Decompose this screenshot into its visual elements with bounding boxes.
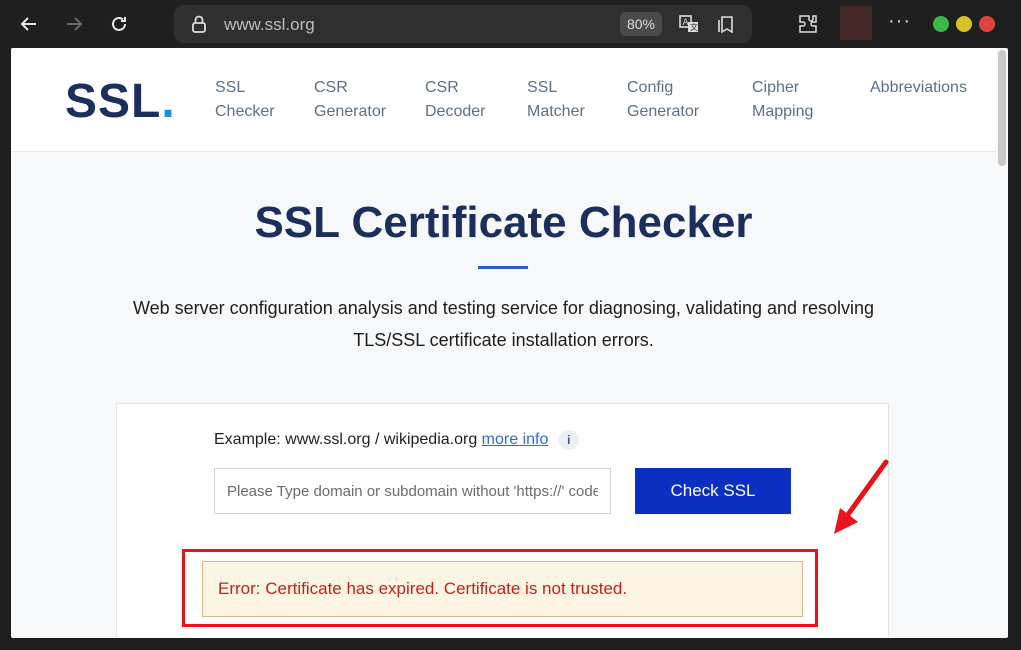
site-logo[interactable]: SSL. xyxy=(65,74,176,129)
nav-label: Cipher xyxy=(752,79,800,96)
example-line: Example: www.ssl.org / wikipedia.org mor… xyxy=(214,430,579,450)
nav-abbreviations[interactable]: Abbreviations xyxy=(870,76,967,100)
minimize-button[interactable] xyxy=(933,16,949,32)
nav-label: Matcher xyxy=(527,103,585,120)
nav-label: SSL xyxy=(215,79,246,96)
info-icon[interactable]: i xyxy=(558,430,579,450)
nav-ssl-matcher[interactable]: SSL Matcher xyxy=(527,76,585,124)
logo-text: SSL xyxy=(65,75,162,128)
nav-label: Generator xyxy=(627,103,700,120)
nav-label: Generator xyxy=(314,103,387,120)
error-message: Error: Certificate has expired. Certific… xyxy=(218,579,628,598)
nav-csr-generator[interactable]: CSR Generator xyxy=(314,76,386,124)
extensions-icon[interactable] xyxy=(796,12,820,36)
zoom-badge[interactable]: 80% xyxy=(620,12,662,36)
lock-icon[interactable] xyxy=(190,14,208,34)
close-button[interactable] xyxy=(979,16,995,32)
nav-label: Checker xyxy=(215,103,275,120)
error-alert: Error: Certificate has expired. Certific… xyxy=(202,561,803,617)
page-description: Web server configuration analysis and te… xyxy=(132,298,875,350)
nav-csr-decoder[interactable]: CSR Decoder xyxy=(425,76,485,124)
address-bar[interactable]: www.ssl.org 80% A 文 xyxy=(174,5,752,43)
more-info-link[interactable]: more info xyxy=(482,431,549,448)
nav-label: SSL xyxy=(527,79,558,96)
maximize-button[interactable] xyxy=(956,16,972,32)
browser-toolbar: www.ssl.org 80% A 文 ··· xyxy=(0,0,1021,48)
check-ssl-button[interactable]: Check SSL xyxy=(635,468,791,514)
nav-label: Abbreviations xyxy=(870,79,967,96)
forward-arrow-icon[interactable] xyxy=(60,10,88,38)
nav-label: CSR xyxy=(314,79,348,96)
nav-label: Config xyxy=(627,79,674,96)
nav-config-generator[interactable]: Config Generator xyxy=(627,76,699,124)
nav-label: CSR xyxy=(425,79,459,96)
more-icon[interactable]: ··· xyxy=(888,10,911,33)
annotation-arrow-icon xyxy=(834,459,889,534)
scrollbar[interactable] xyxy=(998,50,1006,166)
title-underline xyxy=(478,266,528,269)
reload-icon[interactable] xyxy=(105,10,133,38)
profile-avatar[interactable] xyxy=(840,6,872,40)
example-text: Example: www.ssl.org / wikipedia.org xyxy=(214,431,478,449)
svg-text:文: 文 xyxy=(690,22,698,32)
nav-label: Decoder xyxy=(425,103,486,120)
url-text[interactable]: www.ssl.org xyxy=(224,15,315,35)
back-arrow-icon[interactable] xyxy=(15,10,43,38)
translate-icon[interactable]: A 文 xyxy=(678,13,700,35)
page-title: SSL Certificate Checker xyxy=(254,198,753,247)
site-header: SSL. SSL Checker CSR Generator CSR Decod… xyxy=(11,48,996,152)
nav-label: Mapping xyxy=(752,103,814,120)
logo-dot: . xyxy=(161,75,176,128)
domain-input[interactable] xyxy=(214,468,611,514)
nav-ssl-checker[interactable]: SSL Checker xyxy=(215,76,275,124)
reading-list-icon[interactable] xyxy=(716,13,738,35)
nav-cipher-mapping[interactable]: Cipher Mapping xyxy=(752,76,813,124)
